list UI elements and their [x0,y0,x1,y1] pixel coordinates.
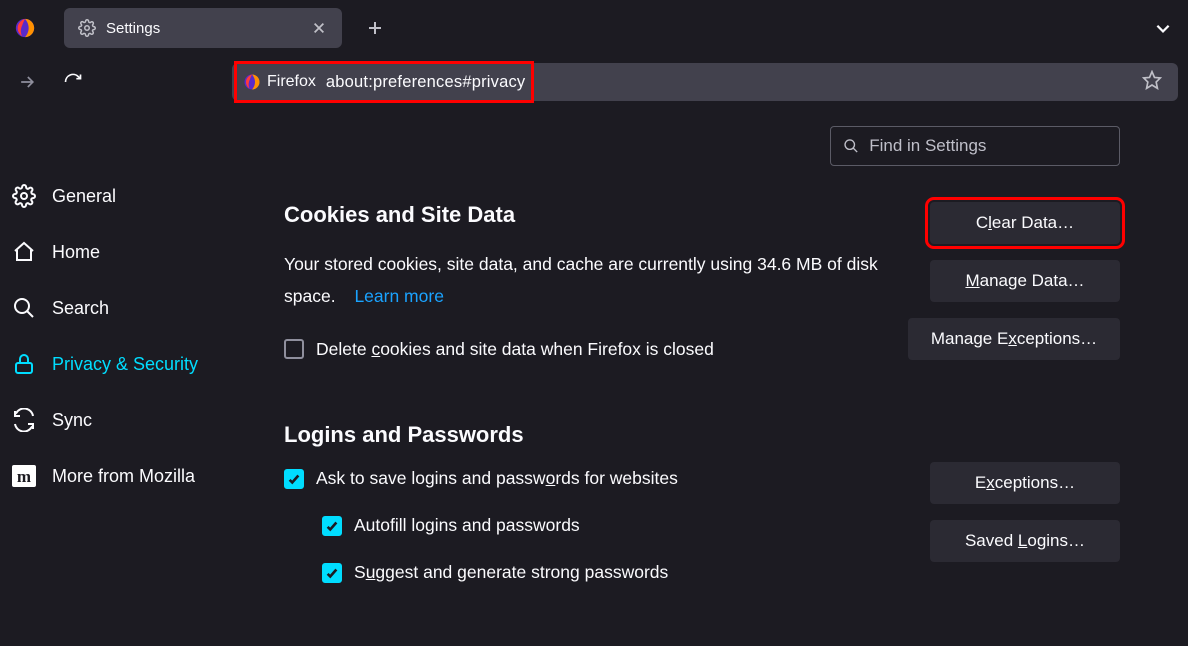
reload-button[interactable] [56,65,90,99]
settings-search-input[interactable] [869,136,1107,156]
ask-save-logins-label: Ask to save logins and passwords for web… [316,468,678,489]
home-icon [10,238,38,266]
sidebar-item-label: Sync [52,410,92,431]
sidebar-item-home[interactable]: Home [0,224,250,280]
close-tab-button[interactable] [310,19,328,37]
sidebar: General Home Search Privacy & Security S… [0,108,250,646]
search-icon [843,137,859,155]
mozilla-icon: m [10,462,38,490]
new-tab-button[interactable] [358,11,392,45]
logins-exceptions-button[interactable]: Exceptions… [930,462,1120,504]
checkbox-checked[interactable] [284,469,304,489]
sidebar-item-label: Search [52,298,109,319]
learn-more-link[interactable]: Learn more [354,286,444,306]
sidebar-item-general[interactable]: General [0,168,250,224]
checkbox-checked[interactable] [322,516,342,536]
tab-overflow-button[interactable] [1146,11,1180,45]
sidebar-item-sync[interactable]: Sync [0,392,250,448]
logins-heading: Logins and Passwords [284,422,910,448]
sidebar-item-label: General [52,186,116,207]
checkbox-checked[interactable] [322,563,342,583]
bookmark-star-icon[interactable] [1142,70,1166,94]
delete-on-close-checkbox-row[interactable]: Delete cookies and site data when Firefo… [284,339,888,360]
search-icon [10,294,38,322]
manage-data-button[interactable]: Manage Data… [930,260,1120,302]
browser-tab[interactable]: Settings [64,8,342,48]
url-bar[interactable]: Firefox about:preferences#privacy [232,63,1178,101]
autofill-logins-label: Autofill logins and passwords [354,515,580,536]
url-highlight-box: Firefox about:preferences#privacy [234,61,534,103]
ask-save-logins-row[interactable]: Ask to save logins and passwords for web… [284,468,910,489]
gear-icon [10,182,38,210]
sidebar-item-label: More from Mozilla [52,466,195,487]
sidebar-item-more-mozilla[interactable]: m More from Mozilla [0,448,250,504]
settings-search[interactable] [830,126,1120,166]
firefox-logo-icon [8,11,42,45]
content: General Home Search Privacy & Security S… [0,108,1188,646]
url-path: about:preferences#privacy [326,73,525,92]
suggest-passwords-row[interactable]: Suggest and generate strong passwords [322,562,910,583]
tab-title: Settings [106,20,300,37]
saved-logins-button[interactable]: Saved Logins… [930,520,1120,562]
sidebar-item-search[interactable]: Search [0,280,250,336]
firefox-url-icon [243,73,261,91]
sync-icon [10,406,38,434]
gear-icon [78,19,96,37]
cookies-heading: Cookies and Site Data [284,202,888,228]
navbar: Firefox about:preferences#privacy [0,56,1188,108]
url-label: Firefox [267,73,316,91]
settings-main: Cookies and Site Data Your stored cookie… [250,108,1188,646]
lock-icon [10,350,38,378]
forward-button[interactable] [10,65,44,99]
tab-strip: Settings [0,0,1188,56]
sidebar-item-label: Home [52,242,100,263]
url-identity: Firefox [243,73,316,91]
checkbox-unchecked[interactable] [284,339,304,359]
suggest-passwords-label: Suggest and generate strong passwords [354,562,668,583]
autofill-logins-row[interactable]: Autofill logins and passwords [322,515,910,536]
sidebar-item-label: Privacy & Security [52,354,198,375]
manage-exceptions-button[interactable]: Manage Exceptions… [908,318,1120,360]
cookies-description: Your stored cookies, site data, and cach… [284,248,888,313]
sidebar-item-privacy[interactable]: Privacy & Security [0,336,250,392]
delete-on-close-label: Delete cookies and site data when Firefo… [316,339,714,360]
clear-data-button[interactable]: Clear Data… [930,202,1120,244]
